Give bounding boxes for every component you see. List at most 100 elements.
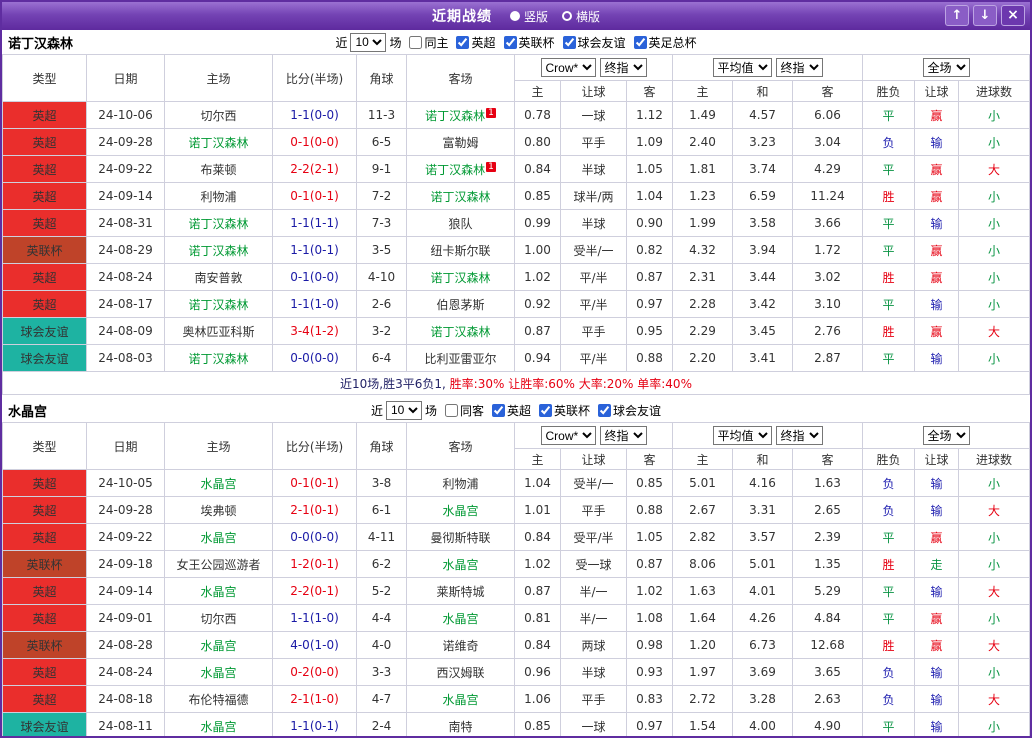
checkbox-input[interactable] bbox=[456, 35, 470, 49]
away-team-cell: 诺丁汉森林 bbox=[406, 263, 515, 291]
handicap-line: 受平/半 bbox=[560, 523, 627, 551]
handicap-result-cell: 赢 bbox=[914, 101, 960, 129]
away-team-cell: 利物浦 bbox=[406, 469, 515, 497]
odds-source-select[interactable]: 终指 bbox=[775, 58, 823, 77]
window-controls: ↑ ↓ × bbox=[945, 5, 1025, 26]
col-header: 角球 bbox=[356, 54, 407, 102]
odds-source-select[interactable]: 全场 bbox=[922, 58, 970, 77]
radio-icon bbox=[562, 11, 572, 21]
checkbox-input[interactable] bbox=[444, 403, 458, 417]
away-team-cell: 诺丁汉森林 1 bbox=[406, 155, 515, 183]
recent-count-select[interactable]: 10 bbox=[385, 400, 422, 420]
team-label: 南安普敦 bbox=[194, 270, 243, 285]
sub-col-header: 胜负 bbox=[862, 448, 916, 470]
filter-checkbox-1-2[interactable]: 英联杯 bbox=[539, 402, 590, 419]
filter-checkbox-0-2[interactable]: 英联杯 bbox=[503, 34, 555, 51]
odds-source-select[interactable]: 平均值 bbox=[712, 58, 772, 77]
handicap-line: 平/半 bbox=[560, 290, 627, 318]
recent-count-select[interactable]: 10 bbox=[350, 32, 387, 52]
odds-source-select[interactable]: 终指 bbox=[775, 426, 823, 445]
handicap-home-odds: 0.84 bbox=[514, 155, 561, 183]
checkbox-input[interactable] bbox=[503, 35, 517, 49]
goals-result-cell: 小 bbox=[958, 182, 1030, 210]
team-label: 水晶宫 bbox=[200, 665, 237, 680]
odds-source-select[interactable]: 终指 bbox=[599, 58, 647, 77]
odds-source-select[interactable]: 平均值 bbox=[712, 426, 772, 445]
filter-checkbox-0-1[interactable]: 英超 bbox=[456, 34, 496, 51]
corners-cell: 7-3 bbox=[356, 209, 407, 237]
checkbox-label: 球会友谊 bbox=[577, 35, 626, 50]
match-row: 英超 24-10-06 切尔西 1-1(0-0) 11-3 诺丁汉森林 1 0.7… bbox=[2, 101, 1030, 129]
avg-home-odds: 1.63 bbox=[672, 577, 734, 605]
match-row: 英超 24-08-24 水晶宫 0-2(0-0) 3-3 西汉姆联 0.96 半… bbox=[2, 658, 1030, 686]
home-team-cell: 埃弗顿 bbox=[164, 496, 273, 524]
layout-radio-0[interactable]: 竖版 bbox=[509, 8, 548, 25]
summary-segment: 大率:20% bbox=[578, 376, 638, 391]
summary-segment: 单率:40% bbox=[637, 376, 692, 391]
result-cell: 负 bbox=[862, 496, 916, 524]
col-header: 类型 bbox=[2, 54, 87, 102]
result-cell: 胜 bbox=[862, 182, 916, 210]
team-label: 诺丁汉森林 bbox=[430, 324, 491, 339]
filter-checkbox-1-1[interactable]: 英超 bbox=[492, 402, 531, 419]
match-date: 24-10-06 bbox=[86, 101, 165, 129]
score-cell: 0-1(0-1) bbox=[272, 469, 357, 497]
checkbox-input[interactable] bbox=[633, 35, 647, 49]
checkbox-input[interactable] bbox=[409, 35, 423, 49]
odds-source-select[interactable]: Crow* bbox=[540, 426, 596, 445]
match-date: 24-08-09 bbox=[86, 317, 165, 345]
filter-checkbox-0-3[interactable]: 球会友谊 bbox=[562, 34, 626, 51]
score-cell: 1-1(0-1) bbox=[272, 712, 357, 736]
checkbox-input[interactable] bbox=[539, 403, 553, 417]
odds-source-select[interactable]: Crow* bbox=[540, 58, 596, 77]
avg-draw-odds: 4.16 bbox=[732, 469, 794, 497]
goals-result-cell: 小 bbox=[958, 290, 1030, 318]
corners-cell: 6-2 bbox=[356, 550, 407, 578]
away-team-cell: 南特 bbox=[406, 712, 515, 736]
score-cell: 1-1(1-0) bbox=[272, 290, 357, 318]
close-button[interactable]: × bbox=[1001, 5, 1025, 26]
team-label: 水晶宫 bbox=[200, 584, 237, 599]
home-team-cell: 水晶宫 bbox=[164, 577, 273, 605]
handicap-home-odds: 0.80 bbox=[514, 128, 561, 156]
match-date: 24-09-18 bbox=[86, 550, 165, 578]
result-cell: 平 bbox=[862, 236, 916, 264]
avg-draw-odds: 3.58 bbox=[732, 209, 794, 237]
scroll-down-button[interactable]: ↓ bbox=[973, 5, 997, 26]
filter-checkbox-0-4[interactable]: 英足总杯 bbox=[633, 34, 697, 51]
checkbox-input[interactable] bbox=[598, 403, 612, 417]
avg-home-odds: 1.23 bbox=[672, 182, 734, 210]
odds-source-select[interactable]: 全场 bbox=[922, 426, 970, 445]
team-label: 富勒姆 bbox=[442, 135, 479, 150]
sub-col-header: 客 bbox=[792, 80, 864, 102]
filter-checkbox-1-0[interactable]: 同客 bbox=[444, 402, 484, 419]
away-team-cell: 曼彻斯特联 bbox=[406, 523, 515, 551]
avg-home-odds: 2.40 bbox=[672, 128, 734, 156]
goals-result-cell: 大 bbox=[958, 685, 1030, 713]
filter-checkbox-1-3[interactable]: 球会友谊 bbox=[598, 402, 661, 419]
layout-radio-1[interactable]: 横版 bbox=[562, 8, 600, 25]
team-label: 诺丁汉森林 bbox=[425, 162, 486, 177]
scroll-up-button[interactable]: ↑ bbox=[945, 5, 969, 26]
odds-source-select[interactable]: 终指 bbox=[599, 426, 647, 445]
match-row: 英联杯 24-09-18 女王公园巡游者 1-2(0-1) 6-2 水晶宫 1.… bbox=[2, 550, 1030, 578]
handicap-away-odds: 0.85 bbox=[625, 469, 674, 497]
home-team-cell: 水晶宫 bbox=[164, 631, 273, 659]
filter-checkbox-0-0[interactable]: 同主 bbox=[409, 34, 448, 51]
handicap-result-cell: 输 bbox=[914, 128, 960, 156]
col-header: 客场 bbox=[406, 422, 515, 470]
result-cell: 负 bbox=[862, 128, 916, 156]
checkbox-input[interactable] bbox=[562, 35, 576, 49]
team-label: 莱斯特城 bbox=[436, 584, 485, 599]
handicap-result-cell: 赢 bbox=[914, 317, 960, 345]
home-team-cell: 女王公园巡游者 bbox=[164, 550, 273, 578]
handicap-result-cell: 走 bbox=[914, 550, 960, 578]
league-badge: 英超 bbox=[2, 658, 87, 686]
avg-home-odds: 1.81 bbox=[672, 155, 734, 183]
team-label: 比利亚雷亚尔 bbox=[424, 351, 497, 366]
league-badge: 英超 bbox=[2, 209, 87, 237]
score-cell: 1-1(1-0) bbox=[272, 604, 357, 632]
checkbox-label: 英足总杯 bbox=[648, 35, 697, 50]
avg-away-odds: 3.65 bbox=[792, 658, 864, 686]
checkbox-input[interactable] bbox=[492, 403, 505, 417]
